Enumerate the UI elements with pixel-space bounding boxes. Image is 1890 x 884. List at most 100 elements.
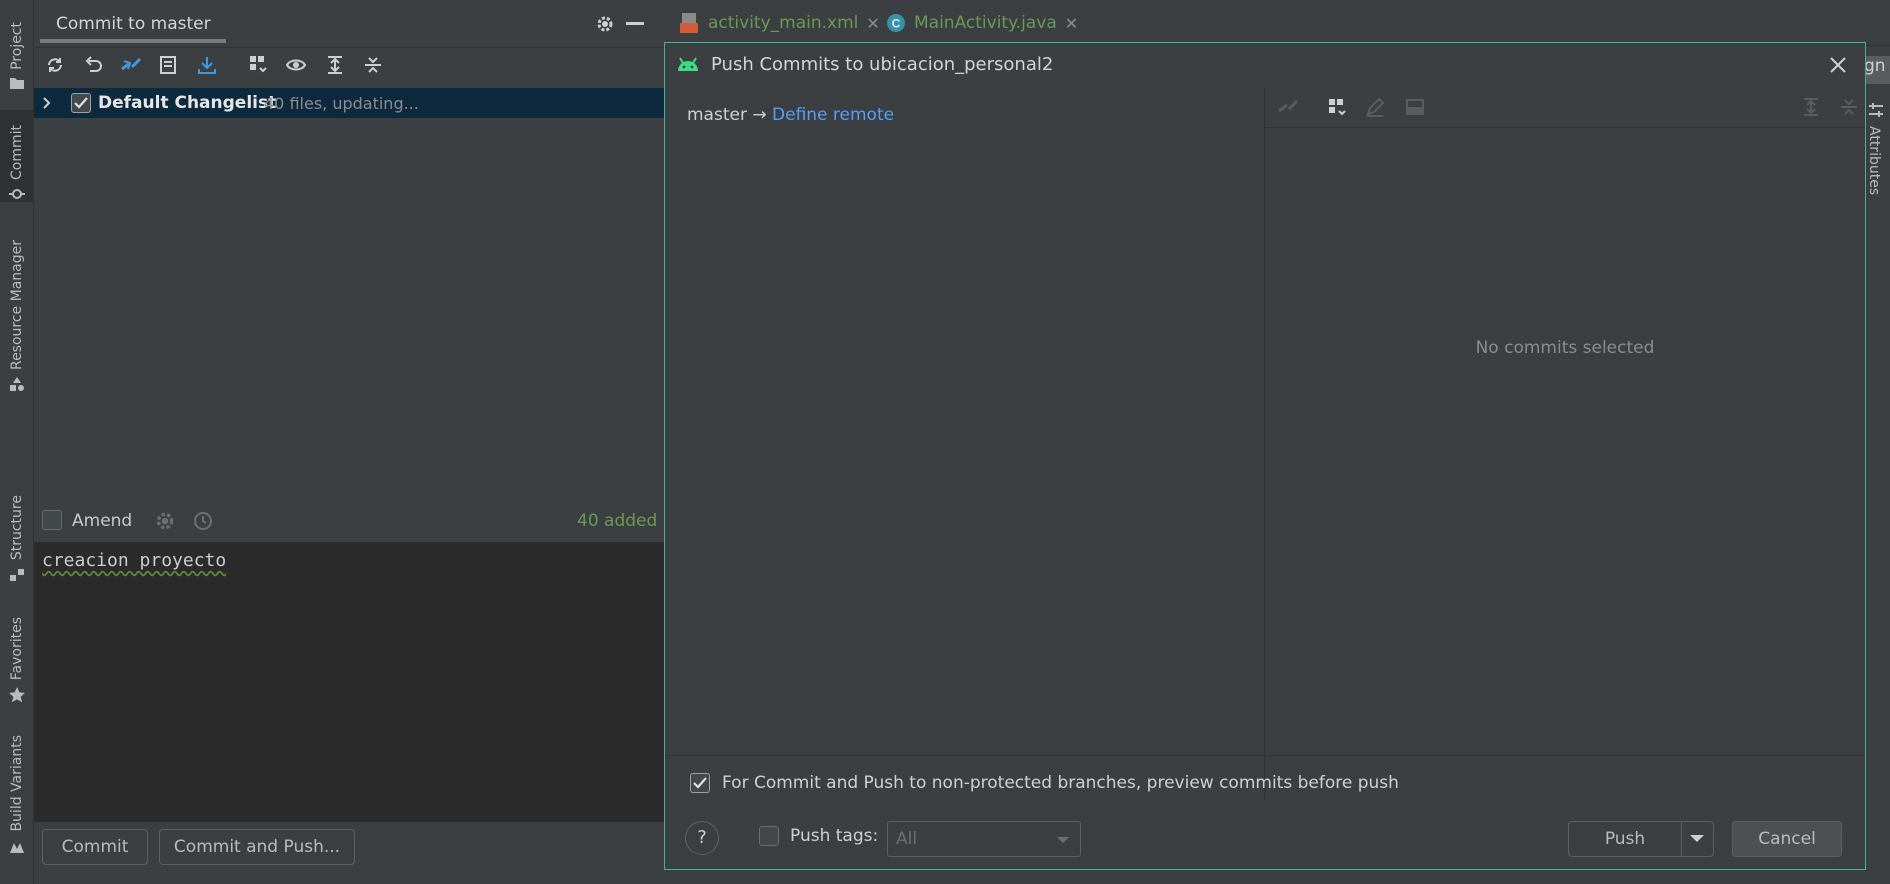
download-icon [198, 57, 216, 74]
structure-icon [10, 569, 24, 581]
commit-and-push-button[interactable]: Commit and Push... [159, 829, 355, 865]
commit-panel: Commit to master Default Changelist 40 f… [34, 0, 664, 884]
dialog-footer: For Commit and Push to non-protected bra… [665, 755, 1865, 869]
push-commits-dialog: Push Commits to ubicacion_personal2 mast… [664, 42, 1866, 870]
push-arrow: → [752, 105, 767, 125]
android-icon [678, 57, 698, 71]
preview-commits-checkbox[interactable] [690, 773, 710, 793]
tool-tab-label: Resource Manager [9, 239, 25, 370]
left-tool-strip: Project Commit Resource Manager Structur… [0, 0, 34, 884]
amend-label: Amend [72, 511, 133, 531]
tool-tab-build-variants[interactable]: Build Variants [0, 730, 34, 854]
commit-message-area[interactable]: creacion proyecto [34, 542, 664, 822]
shelve-button[interactable] [194, 52, 220, 78]
gear-icon [597, 16, 613, 32]
settings-button[interactable] [592, 11, 618, 37]
changelist-button[interactable] [156, 52, 182, 78]
tool-tab-label: Structure [9, 494, 25, 560]
refresh-button[interactable] [42, 52, 68, 78]
expand-all-icon [328, 56, 342, 74]
attributes-label[interactable]: Attributes [1866, 126, 1882, 195]
group-by-button[interactable] [246, 52, 272, 78]
tool-tab-label: Project [9, 22, 25, 70]
preview-diff-icon[interactable] [1405, 97, 1425, 117]
view-options-button[interactable] [284, 52, 310, 78]
tool-tab-structure[interactable]: Structure [0, 490, 34, 582]
tool-tab-label: Commit [9, 125, 25, 180]
chevron-down-icon [1057, 837, 1069, 843]
push-tags-select[interactable]: All [887, 821, 1081, 857]
amend-checkbox[interactable] [42, 510, 62, 530]
collapse-all-button[interactable] [360, 52, 386, 78]
tab-main-activity-java[interactable]: C MainActivity.java ✕ [886, 0, 1078, 46]
editor-tab-strip: activity_main.xml ✕ C MainActivity.java … [664, 0, 1890, 46]
collapse-all-icon [365, 57, 381, 73]
changelist-checkbox[interactable] [71, 93, 91, 113]
cancel-button[interactable]: Cancel [1732, 821, 1842, 857]
attributes-icon [1869, 103, 1883, 117]
group-by-icon[interactable] [1327, 97, 1349, 119]
tool-tab-label: Favorites [9, 616, 25, 680]
chevron-right-icon[interactable] [42, 96, 52, 110]
expand-all-icon[interactable] [1801, 97, 1821, 117]
editor-right-edge: gn Attributes [1862, 46, 1890, 884]
push-dropdown-chevron-icon[interactable] [1689, 834, 1705, 844]
tab-label: MainActivity.java [914, 13, 1057, 33]
resource-manager-icon [10, 377, 24, 391]
amend-row: Amend 40 added [34, 505, 664, 539]
minimize-icon [626, 22, 644, 25]
checkmark-icon [693, 777, 707, 789]
details-toolbar [1265, 88, 1865, 128]
tab-label: activity_main.xml [708, 13, 859, 33]
edit-icon[interactable] [1365, 97, 1385, 117]
tool-tab-label: Build Variants [9, 735, 25, 832]
star-icon [9, 687, 25, 703]
active-tab-underline [40, 39, 226, 43]
commit-button[interactable]: Commit [42, 829, 148, 865]
svg-text:C: C [892, 17, 901, 31]
push-branches-pane: master → Define remote [665, 88, 1265, 800]
show-diff-button[interactable] [118, 52, 144, 78]
checkmark-icon [74, 97, 88, 109]
commit-icon [9, 189, 25, 199]
push-tags-checkbox[interactable] [759, 826, 779, 846]
close-icon[interactable] [1829, 56, 1847, 74]
xml-file-icon [680, 13, 698, 33]
help-button[interactable]: ? [685, 821, 719, 855]
show-diff-icon[interactable] [1277, 97, 1299, 117]
close-tab-icon[interactable]: ✕ [866, 14, 879, 33]
close-tab-icon[interactable]: ✕ [1065, 14, 1078, 33]
define-remote-link[interactable]: Define remote [772, 105, 894, 125]
tool-tab-commit[interactable]: Commit [0, 110, 34, 202]
diff-arrows-icon [121, 57, 142, 71]
tab-activity-main-xml[interactable]: activity_main.xml ✕ [680, 0, 880, 46]
tool-tab-favorites[interactable]: Favorites [0, 610, 34, 704]
design-tab-fragment[interactable]: gn [1862, 56, 1890, 84]
changelist-row[interactable]: Default Changelist 40 files, updating... [34, 88, 664, 118]
rollback-button[interactable] [80, 52, 106, 78]
clock-icon[interactable] [192, 510, 214, 532]
collapse-all-icon[interactable] [1839, 97, 1859, 117]
commit-panel-header: Commit to master [34, 0, 664, 48]
no-commits-message: No commits selected [1475, 338, 1655, 358]
build-variants-icon [10, 843, 24, 853]
expand-all-button[interactable] [322, 52, 348, 78]
tool-tab-resource-manager[interactable]: Resource Manager [0, 230, 34, 392]
push-split-divider [1681, 821, 1682, 857]
commit-details-pane: No commits selected [1265, 88, 1865, 800]
folder-icon [10, 78, 24, 89]
commit-panel-title: Commit to master [56, 14, 211, 34]
push-button-label: Push [1604, 829, 1646, 849]
added-count: 40 added [577, 511, 658, 531]
gear-icon[interactable] [154, 510, 176, 532]
preview-commits-label: For Commit and Push to non-protected bra… [722, 773, 1399, 793]
push-branch-row[interactable]: master → Define remote [687, 105, 894, 125]
tool-tab-project[interactable]: Project [0, 8, 34, 90]
refresh-icon [48, 58, 62, 72]
commit-message-text[interactable]: creacion proyecto [42, 550, 226, 571]
changelist-label: Default Changelist [98, 93, 277, 113]
group-by-icon [250, 56, 267, 73]
minimize-button[interactable] [622, 11, 648, 37]
source-branch: master [687, 105, 747, 125]
changelist-icon [160, 56, 176, 74]
